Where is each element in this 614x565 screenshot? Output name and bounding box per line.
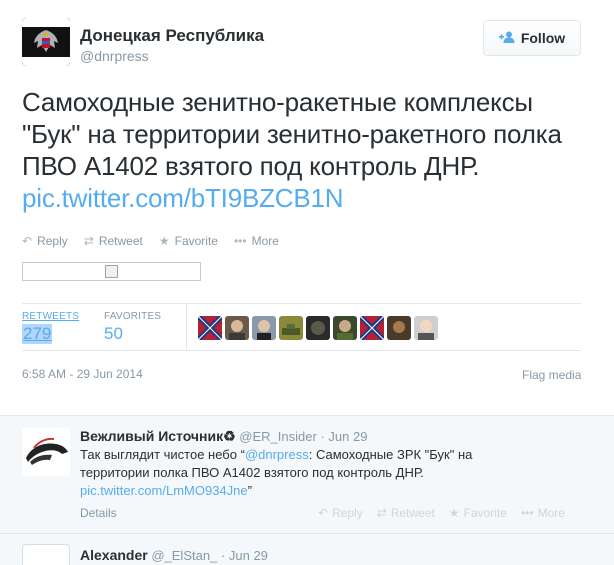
tweet-media-link[interactable]: pic.twitter.com/bTI9BZCB1N	[22, 183, 344, 213]
add-user-icon	[498, 30, 515, 46]
retweet-action[interactable]: ⇄ Retweet	[84, 234, 143, 248]
retweet-icon: ⇄	[83, 234, 94, 248]
favorite-action[interactable]: ★ Favorite	[159, 234, 218, 248]
reply-more-label: More	[537, 506, 565, 520]
media-placeholder[interactable]	[22, 262, 201, 281]
tweet-actions: ↶ Reply ⇄ Retweet ★ Favorite ••• More	[22, 234, 279, 248]
retweets-count: 279	[22, 324, 53, 344]
tweet-timestamp[interactable]: 6:58 AM - 29 Jun 2014	[22, 367, 143, 381]
reply-actions: ↶ Reply ⇄ Retweet ★ Favorite ••• More	[318, 506, 565, 520]
main-tweet: Донецкая Республика @dnrpress Follow Сам…	[0, 0, 614, 415]
favorite-label: Favorite	[174, 234, 218, 248]
favoriter-avatar[interactable]	[306, 316, 330, 340]
tweet-body: Самоходные зенитно-ракетные комплексы "Б…	[22, 87, 562, 181]
author-avatar[interactable]	[22, 18, 70, 66]
author-handle[interactable]: @dnrpress	[80, 48, 149, 64]
reply-separator: ·	[220, 548, 229, 563]
favoriter-avatar[interactable]	[279, 316, 303, 340]
favoriter-avatar[interactable]	[198, 316, 222, 340]
broken-image-icon	[105, 265, 118, 278]
flag-media-link[interactable]: Flag media	[522, 368, 581, 382]
reply-text-end: ”	[247, 483, 252, 498]
more-icon: •••	[520, 506, 534, 520]
more-action[interactable]: ••• More	[234, 234, 279, 248]
more-icon: •••	[233, 234, 247, 248]
reply-retweet-action[interactable]: ⇄ Retweet	[377, 506, 435, 520]
favorites-label: FAVORITES	[104, 311, 162, 322]
reply-author-name[interactable]: Alexander	[80, 547, 148, 563]
reply-icon: ↶	[22, 234, 33, 248]
reply-avatar[interactable]	[22, 428, 70, 476]
reply-text: Так выглядит чистое небо “@dnrpress: Сам…	[80, 446, 490, 500]
reply-tweet[interactable]: Alexander @_ElStan_ · Jun 29	[0, 535, 614, 565]
reply-icon: ↶	[318, 506, 329, 520]
favorites-stat[interactable]: FAVORITES 50	[104, 311, 161, 344]
tweet-stats: RETWEETS 279 FAVORITES 50	[22, 303, 581, 351]
stats-divider	[186, 304, 187, 350]
reply-label: Reply	[37, 234, 68, 248]
retweets-label: RETWEETS	[22, 311, 80, 322]
reply-media-link[interactable]: pic.twitter.com/LmMO934Jne	[80, 483, 248, 498]
retweets-stat[interactable]: RETWEETS 279	[22, 311, 79, 344]
favorites-count: 50	[104, 324, 123, 343]
tweet-text: Самоходные зенитно-ракетные комплексы "Б…	[22, 86, 592, 214]
reply-details-link[interactable]: Details	[80, 506, 117, 520]
favoriter-avatar[interactable]	[225, 316, 249, 340]
dnr-emblem-icon	[22, 18, 70, 66]
reply-header: Alexander @_ElStan_ · Jun 29	[80, 547, 268, 563]
reply-tweet[interactable]: Вежливый Источник♻ @ER_Insider · Jun 29 …	[0, 416, 614, 534]
reply-mention-link[interactable]: @dnrpress	[245, 447, 309, 462]
star-icon: ★	[448, 506, 460, 520]
favoriter-avatar[interactable]	[360, 316, 384, 340]
reply-avatar[interactable]	[22, 544, 70, 565]
replies-section: Вежливый Источник♻ @ER_Insider · Jun 29 …	[0, 415, 614, 565]
reply-author-handle[interactable]: @ER_Insider	[239, 429, 317, 444]
reply-text-start: Так выглядит чистое небо “	[80, 447, 245, 462]
reply-header: Вежливый Источник♻ @ER_Insider · Jun 29	[80, 428, 367, 445]
follow-label: Follow	[520, 30, 566, 46]
star-icon: ★	[158, 234, 170, 248]
reply-date[interactable]: Jun 29	[328, 429, 367, 444]
follow-button[interactable]: Follow	[483, 20, 581, 56]
reply-favorite-action[interactable]: ★ Favorite	[449, 506, 507, 520]
reply-author-avatar-icon	[22, 428, 70, 476]
reply-reply-label: Reply	[332, 506, 363, 520]
favoriter-avatar[interactable]	[333, 316, 357, 340]
reply-more-action[interactable]: ••• More	[521, 506, 565, 520]
retweet-label: Retweet	[98, 234, 143, 248]
reply-date[interactable]: Jun 29	[229, 548, 268, 563]
reply-retweet-label: Retweet	[390, 506, 435, 520]
reply-action[interactable]: ↶ Reply	[22, 234, 68, 248]
more-label: More	[251, 234, 279, 248]
reply-reply-action[interactable]: ↶ Reply	[318, 506, 363, 520]
reply-author-name[interactable]: Вежливый Источник♻	[80, 428, 236, 444]
reply-author-handle[interactable]: @_ElStan_	[151, 548, 217, 563]
favoriter-avatar[interactable]	[414, 316, 438, 340]
favoriter-avatar[interactable]	[252, 316, 276, 340]
favoriter-avatars	[198, 316, 438, 340]
favoriter-avatar[interactable]	[387, 316, 411, 340]
author-name[interactable]: Донецкая Республика	[80, 26, 264, 46]
retweet-icon: ⇄	[376, 506, 387, 520]
reply-favorite-label: Favorite	[463, 506, 507, 520]
